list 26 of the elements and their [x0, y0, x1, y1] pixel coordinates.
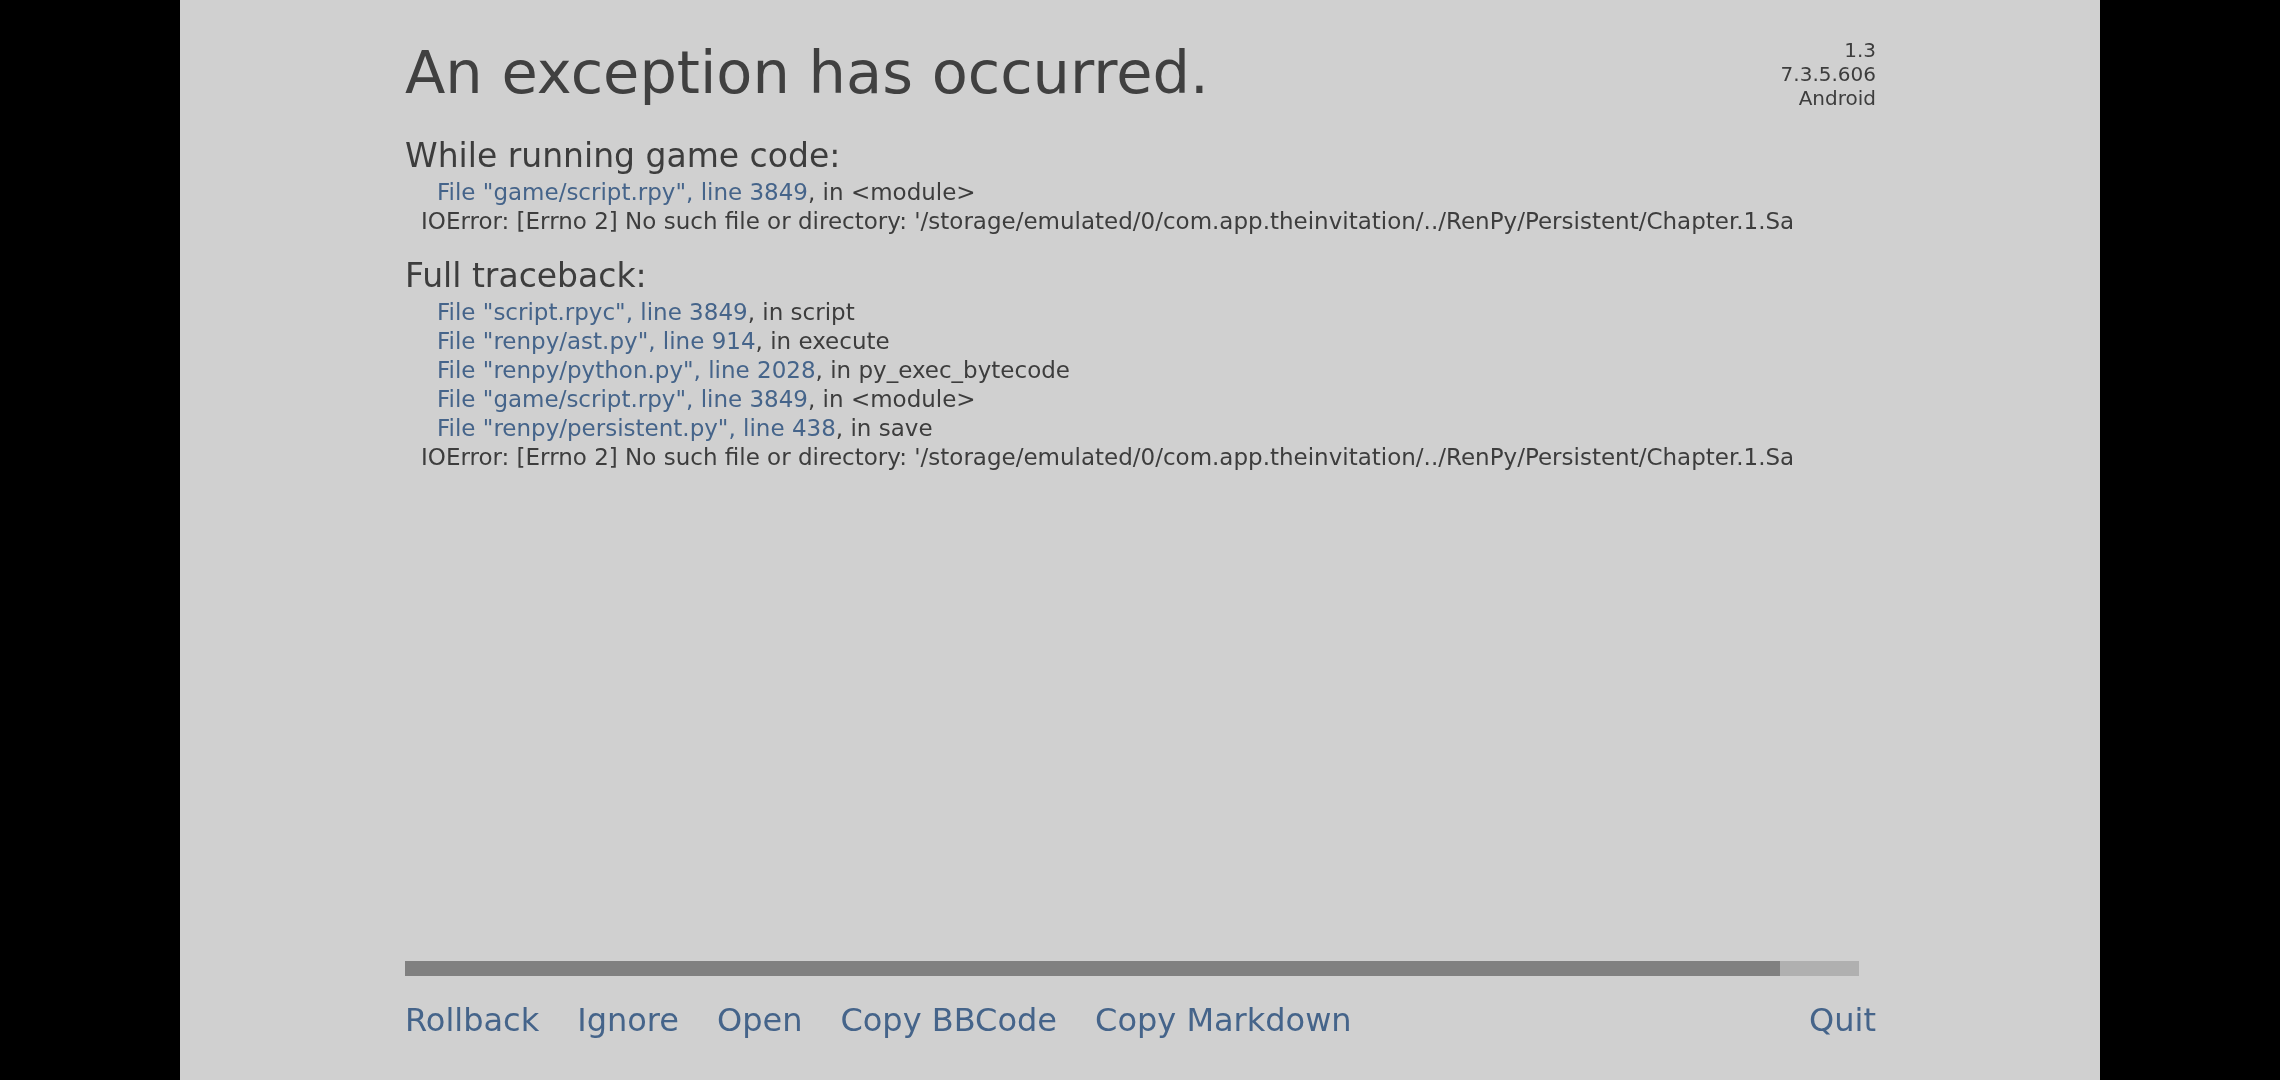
- file-link[interactable]: File "renpy/persistent.py", line 438: [437, 415, 836, 441]
- frame-context: , in script: [747, 299, 855, 325]
- version-text: Android: [1797, 86, 1876, 110]
- file-link[interactable]: File "renpy/python.py", line 2028: [437, 357, 816, 383]
- action-link[interactable]: Copy BBCode: [840, 998, 1058, 1042]
- error-message: IOError: [Errno 2] No such file or directory: '/storage/emulated/0/com.app.theinvitation/../RenPy/Persistent/Chapter.1.Sa: [420, 207, 1796, 236]
- file-link[interactable]: File "game/script.rpy", line 3849: [437, 386, 808, 412]
- section-heading: Full traceback:: [405, 255, 648, 297]
- frame-context: , in py_exec_bytecode: [815, 357, 1070, 383]
- action-link[interactable]: Open: [716, 998, 803, 1042]
- version-text: 1.3: [1843, 38, 1876, 62]
- frame-context: , in <module>: [808, 386, 976, 412]
- file-link[interactable]: File "renpy/ast.py", line 914: [437, 328, 756, 354]
- file-link[interactable]: File "script.rpyc", line 3849: [437, 299, 748, 325]
- action-link[interactable]: Copy Markdown: [1095, 998, 1352, 1042]
- error-message: IOError: [Errno 2] No such file or directory: '/storage/emulated/0/com.app.theinvitation/../RenPy/Persistent/Chapter.1.Sa: [420, 443, 1796, 472]
- frame-context: , in save: [835, 415, 933, 441]
- file-link[interactable]: File "game/script.rpy", line 3849: [437, 179, 808, 205]
- error-title: An exception has occurred.: [405, 38, 1209, 108]
- version-text: 7.3.5.606: [1780, 62, 1876, 86]
- action-link[interactable]: Ignore: [577, 998, 679, 1042]
- quit-link[interactable]: Quit: [1809, 998, 1876, 1042]
- action-link[interactable]: Rollback: [405, 998, 540, 1042]
- frame-context: , in <module>: [808, 179, 976, 205]
- section-heading: While running game code:: [405, 135, 842, 177]
- frame-context: , in execute: [755, 328, 890, 354]
